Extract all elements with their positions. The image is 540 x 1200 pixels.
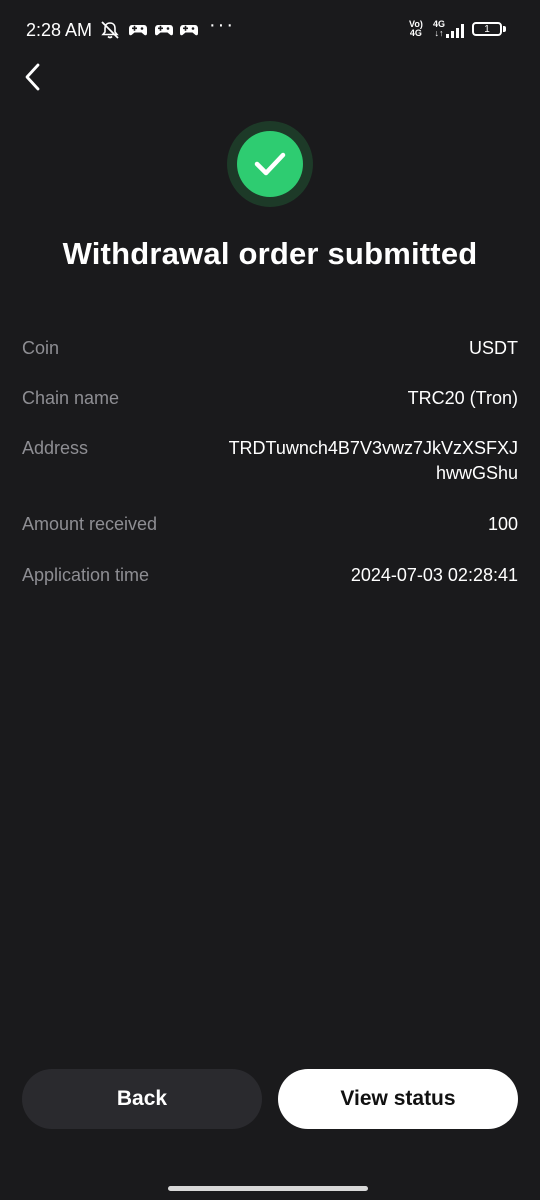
battery-tip bbox=[503, 26, 506, 32]
detail-value: TRC20 (Tron) bbox=[407, 388, 518, 408]
game-controller-icon bbox=[154, 20, 174, 40]
view-status-button[interactable]: View status bbox=[278, 1069, 518, 1129]
detail-label: Coin bbox=[22, 338, 60, 358]
status-bar: 2:28 AM ··· Vo) 4G 4G ↓↑ 1 bbox=[0, 0, 540, 60]
more-notifications-indicator: ··· bbox=[209, 14, 235, 36]
detail-label: Address bbox=[22, 438, 89, 458]
detail-row-address: Address TRDTuwnch4B7V3vwz7JkVzXSFXJhwwGS… bbox=[22, 436, 518, 486]
address-value: TRDTuwnch4B7V3vwz7JkVzXSFXJhwwGShu bbox=[228, 438, 518, 483]
chevron-left-icon bbox=[20, 63, 48, 98]
back-button[interactable]: Back bbox=[22, 1069, 262, 1129]
volte-bottom-label: 4G bbox=[409, 28, 422, 38]
detail-label: Amount received bbox=[22, 514, 158, 534]
signal-icon bbox=[445, 21, 467, 41]
detail-label: Chain name bbox=[22, 388, 120, 408]
status-time: 2:28 AM bbox=[26, 20, 93, 40]
detail-value: 2024-07-03 02:28:41 bbox=[350, 565, 518, 585]
home-indicator[interactable] bbox=[168, 1186, 368, 1191]
detail-row-coin: Coin USDT bbox=[22, 336, 518, 361]
detail-row-amount: Amount received 100 bbox=[22, 512, 518, 537]
detail-label: Application time bbox=[22, 565, 150, 585]
back-arrow-button[interactable] bbox=[20, 60, 48, 94]
volte-indicator: Vo) 4G bbox=[409, 20, 423, 38]
page-title: Withdrawal order submitted bbox=[62, 236, 478, 271]
detail-value: USDT bbox=[469, 338, 518, 358]
detail-row-application-time: Application time 2024-07-03 02:28:41 bbox=[22, 563, 518, 588]
network-indicator: 4G ↓↑ bbox=[433, 20, 445, 38]
mute-icon bbox=[98, 20, 122, 40]
game-controller-icon bbox=[179, 20, 199, 40]
data-activity-label: ↓↑ bbox=[434, 28, 444, 38]
check-circle-icon bbox=[237, 131, 303, 197]
battery-icon: 1 bbox=[472, 22, 502, 36]
detail-value: 100 bbox=[487, 514, 518, 534]
game-controller-icon bbox=[128, 20, 148, 40]
detail-row-chain: Chain name TRC20 (Tron) bbox=[22, 386, 518, 411]
